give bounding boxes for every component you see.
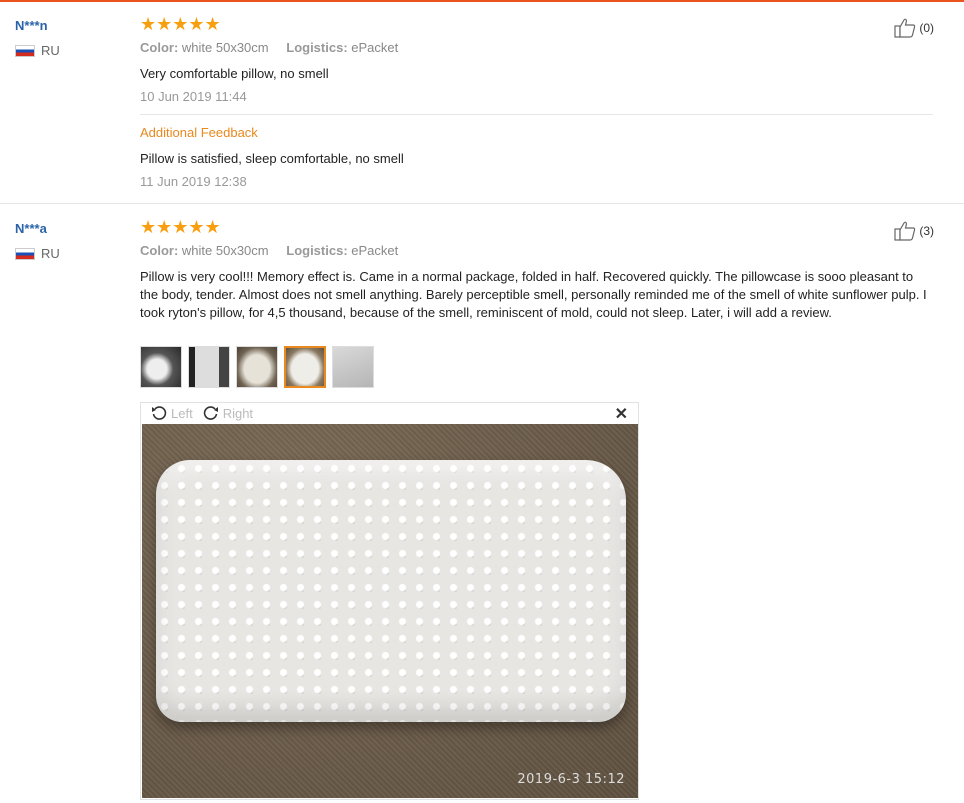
reviewer-info: N***n RU — [15, 18, 60, 58]
rotate-right-label: Right — [222, 405, 254, 421]
helpful-button[interactable]: (3) — [894, 221, 934, 241]
helpful-count: (3) — [919, 224, 934, 238]
rotate-left-label: Left — [171, 405, 193, 421]
rotate-right-icon — [203, 406, 218, 420]
photo-viewer-toolbar: Left Right ✕ — [141, 403, 638, 423]
reviewer-name: N***a — [15, 221, 47, 236]
review-meta: Color: white 50x30cm Logistics: ePacket — [140, 40, 933, 55]
review-text: Very comfortable pillow, no smell — [140, 66, 329, 81]
logistics-label: Logistics: — [286, 243, 348, 258]
review-meta: Color: white 50x30cm Logistics: ePacket — [140, 243, 933, 258]
reviewer-country: RU — [15, 246, 60, 261]
additional-feedback-date: 11 Jun 2019 12:38 — [140, 174, 247, 189]
photo-viewer: Left Right ✕ 2019-6-3 15:12 — [140, 402, 639, 800]
rotate-left-icon — [152, 406, 167, 420]
russia-flag-icon — [15, 247, 35, 260]
review-photo: 2019-6-3 15:12 — [142, 424, 638, 798]
review-item: N***a RU ★★★★★ Color: white 50x30cm Logi… — [0, 203, 964, 803]
additional-feedback-label: Additional Feedback — [140, 125, 258, 140]
review-content: ★★★★★ Color: white 50x30cm Logistics: eP… — [140, 217, 933, 322]
additional-feedback-text: Pillow is satisfied, sleep comfortable, … — [140, 151, 404, 166]
pillow-image — [156, 460, 626, 722]
photo-thumbnail-4[interactable] — [284, 346, 326, 388]
review-photo-thumbnails — [140, 346, 374, 388]
rotate-left-button[interactable]: Left — [151, 405, 193, 421]
country-code: RU — [41, 246, 60, 261]
rotate-right-button[interactable]: Right — [203, 405, 253, 421]
country-code: RU — [41, 43, 60, 58]
photo-thumbnail-1[interactable] — [140, 346, 182, 388]
color-label: Color: — [140, 40, 179, 55]
review-item: N***n RU ★★★★★ Color: white 50x30cm Logi… — [0, 0, 964, 203]
review-date: 10 Jun 2019 11:44 — [140, 89, 247, 104]
star-rating: ★★★★★ — [140, 217, 221, 237]
review-text: Pillow is very cool!!! Memory effect is.… — [140, 269, 927, 320]
feedback-divider — [140, 114, 933, 115]
reviewer-info: N***a RU — [15, 221, 60, 261]
reviewer-country: RU — [15, 43, 60, 58]
helpful-count: (0) — [919, 21, 934, 35]
logistics-value: ePacket — [351, 243, 399, 258]
review-content: ★★★★★ Color: white 50x30cm Logistics: eP… — [140, 14, 933, 104]
photo-thumbnail-3[interactable] — [236, 346, 278, 388]
star-rating: ★★★★★ — [140, 14, 221, 34]
color-value: white 50x30cm — [181, 243, 269, 258]
logistics-label: Logistics: — [286, 40, 348, 55]
close-icon[interactable]: ✕ — [615, 404, 628, 424]
thumbs-up-icon — [894, 18, 916, 38]
reviewer-name: N***n — [15, 18, 48, 33]
logistics-value: ePacket — [351, 40, 399, 55]
additional-feedback: Additional Feedback Pillow is satisfied,… — [140, 125, 933, 189]
russia-flag-icon — [15, 44, 35, 57]
photo-thumbnail-5[interactable] — [332, 346, 374, 388]
photo-thumbnail-2[interactable] — [188, 346, 230, 388]
thumbs-up-icon — [894, 221, 916, 241]
photo-timestamp: 2019-6-3 15:12 — [517, 772, 625, 787]
color-label: Color: — [140, 243, 179, 258]
color-value: white 50x30cm — [181, 40, 269, 55]
helpful-button[interactable]: (0) — [894, 18, 934, 38]
